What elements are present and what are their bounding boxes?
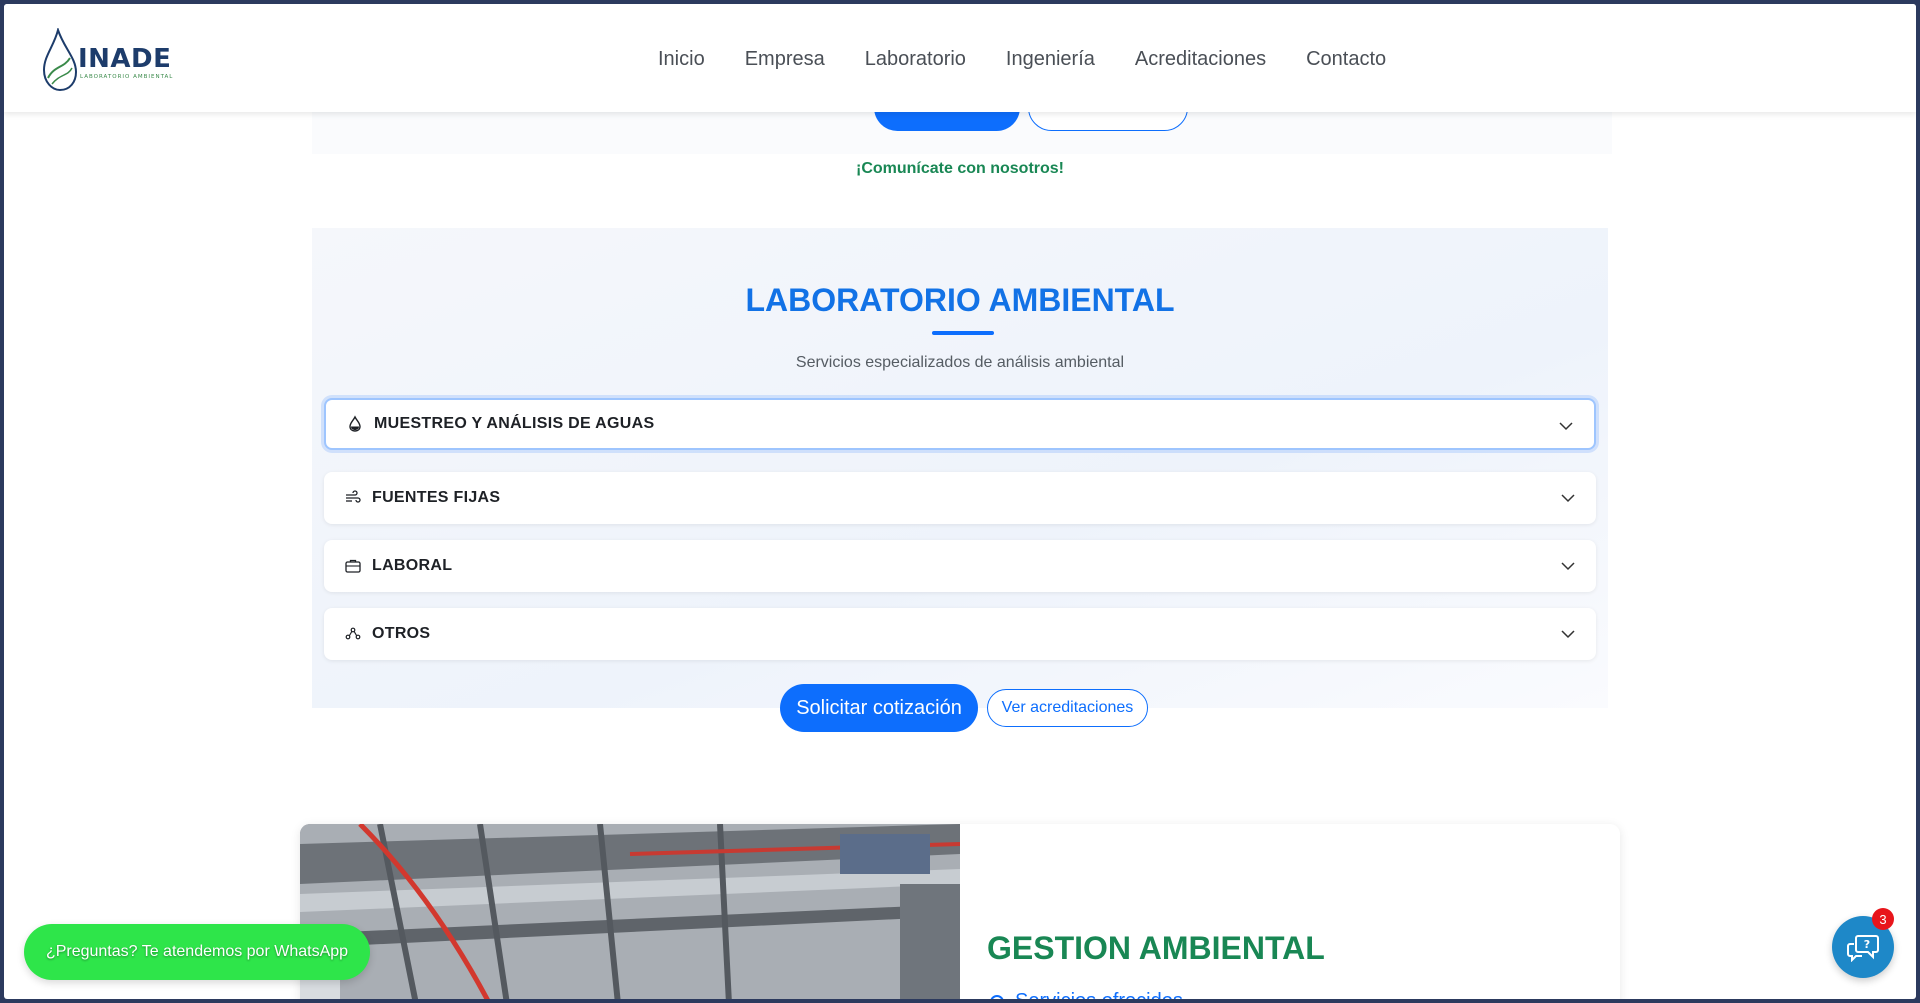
network-icon [345,627,361,640]
water-drop-icon [349,415,361,432]
nav-item-inicio[interactable]: Inicio [658,48,705,71]
notification-badge: 3 [1872,908,1894,930]
water-drop-logo-icon [42,28,78,92]
accordion-label: LABORAL [372,557,453,574]
chat-bubbles-icon: ? [1847,935,1879,962]
logo-wordmark: INADE [78,44,172,74]
request-quote-button[interactable]: Solicitar cotización [780,684,978,732]
svg-text:?: ? [1864,938,1870,951]
contact-tagline: ¡Comunícate con nosotros! [855,160,1064,177]
chevron-down-icon [1561,494,1575,503]
industrial-plant-image [300,824,960,999]
logo[interactable]: INADE LABORATORIO AMBIENTAL [4,4,174,112]
logo-subtitle: LABORATORIO AMBIENTAL [80,74,174,80]
lab-subtitle: Servicios especializados de análisis amb… [795,354,1125,371]
view-accreditations-button[interactable]: Ver acreditaciones [987,689,1148,727]
services-offered-link[interactable]: Servicios ofrecidos [987,990,1183,999]
nav-item-acreditaciones[interactable]: Acreditaciones [1135,48,1266,71]
gear-icon [990,994,1004,999]
chevron-down-icon [1561,562,1575,571]
title-underline [932,331,994,335]
gestion-section: GESTION AMBIENTAL Servicios ofrecidos [300,824,1620,999]
nav-item-ingenieria[interactable]: Ingeniería [1006,48,1095,71]
accordion-item-fuentes-fijas[interactable]: FUENTES FIJAS [324,472,1596,524]
lab-title: LABORATORIO AMBIENTAL [745,282,1175,318]
accordion-item-otros[interactable]: OTROS [324,608,1596,660]
nav-item-empresa[interactable]: Empresa [745,48,825,71]
accordion-label: MUESTREO Y ANÁLISIS DE AGUAS [374,415,655,432]
browser-viewport: ¡Comunícate con nosotros! INADE LABORATO… [4,4,1916,999]
wind-icon [346,490,361,503]
whatsapp-button[interactable]: ¿Preguntas? Te atendemos por WhatsApp [24,924,370,980]
services-offered-label: Servicios ofrecidos [1015,990,1183,999]
main-nav: Inicio Empresa Laboratorio Ingeniería Ac… [658,48,1426,71]
accordion-label: FUENTES FIJAS [372,489,501,506]
nav-item-laboratorio[interactable]: Laboratorio [865,48,966,71]
accordion-label: OTROS [372,625,431,642]
chevron-down-icon [1559,422,1573,431]
lab-section: LABORATORIO AMBIENTAL Servicios especial… [312,228,1608,732]
accordion-item-laboral[interactable]: LABORAL [324,540,1596,592]
briefcase-icon [345,559,361,573]
chevron-down-icon [1561,630,1575,639]
accordion-item-aguas[interactable]: MUESTREO Y ANÁLISIS DE AGUAS [324,398,1596,450]
site-header: INADE LABORATORIO AMBIENTAL Inicio Empre… [4,4,1916,112]
nav-item-contacto[interactable]: Contacto [1306,48,1386,71]
gestion-title: GESTION AMBIENTAL [987,930,1325,966]
